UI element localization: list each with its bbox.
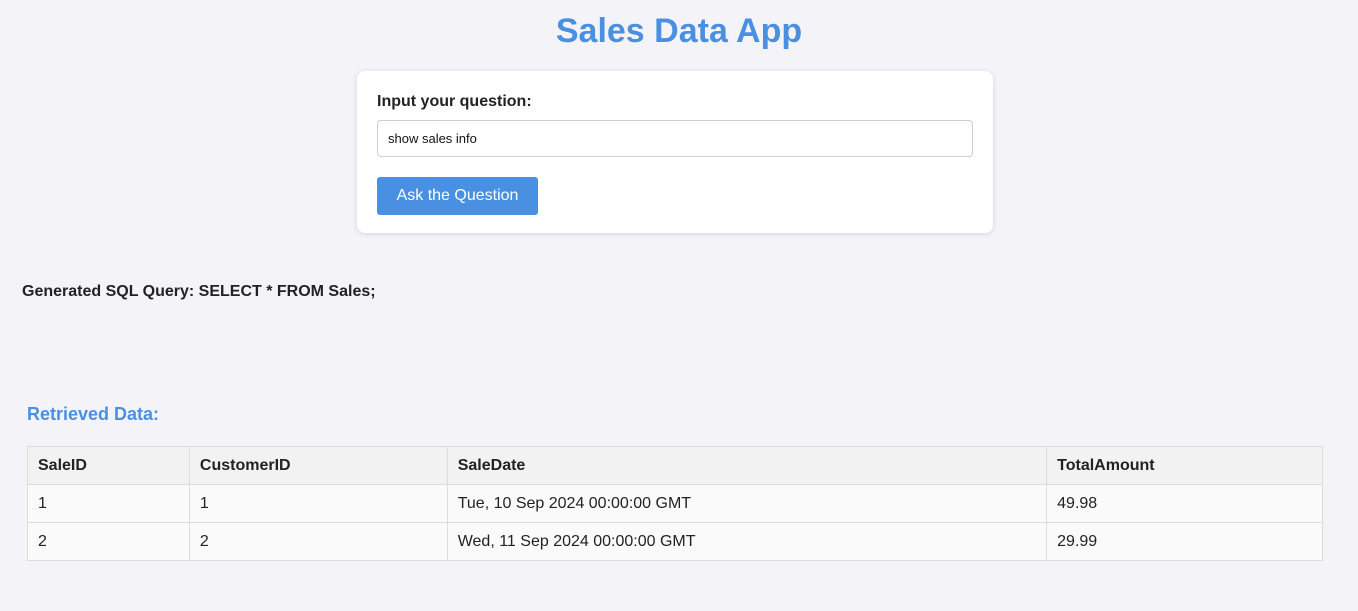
retrieved-data-table: SaleID CustomerID SaleDate TotalAmount 1… — [27, 446, 1323, 561]
cell-customerid: 2 — [188, 522, 448, 561]
page-title: Sales Data App — [555, 12, 803, 50]
column-header-totalamount: TotalAmount — [1046, 446, 1323, 485]
question-form-card: Input your question: Ask the Question — [357, 71, 993, 233]
cell-totalamount: 29.99 — [1046, 522, 1323, 561]
cell-saleid: 2 — [27, 522, 190, 561]
table-row: 2 2 Wed, 11 Sep 2024 00:00:00 GMT 29.99 — [27, 522, 1323, 561]
cell-saleid: 1 — [27, 484, 190, 523]
column-header-customerid: CustomerID — [188, 446, 448, 485]
cell-customerid: 1 — [188, 484, 448, 523]
ask-question-button[interactable]: Ask the Question — [377, 177, 538, 215]
question-input[interactable] — [377, 120, 973, 157]
column-header-saleid: SaleID — [27, 446, 190, 485]
cell-saledate: Wed, 11 Sep 2024 00:00:00 GMT — [446, 522, 1048, 561]
cell-saledate: Tue, 10 Sep 2024 00:00:00 GMT — [446, 484, 1048, 523]
generated-sql-query: Generated SQL Query: SELECT * FROM Sales… — [22, 283, 376, 300]
cell-totalamount: 49.98 — [1046, 484, 1323, 523]
question-label: Input your question: — [377, 93, 532, 110]
table-row: 1 1 Tue, 10 Sep 2024 00:00:00 GMT 49.98 — [27, 484, 1323, 523]
retrieved-data-heading: Retrieved Data: — [27, 404, 160, 424]
table-header-row: SaleID CustomerID SaleDate TotalAmount — [27, 446, 1323, 485]
column-header-saledate: SaleDate — [446, 446, 1048, 485]
